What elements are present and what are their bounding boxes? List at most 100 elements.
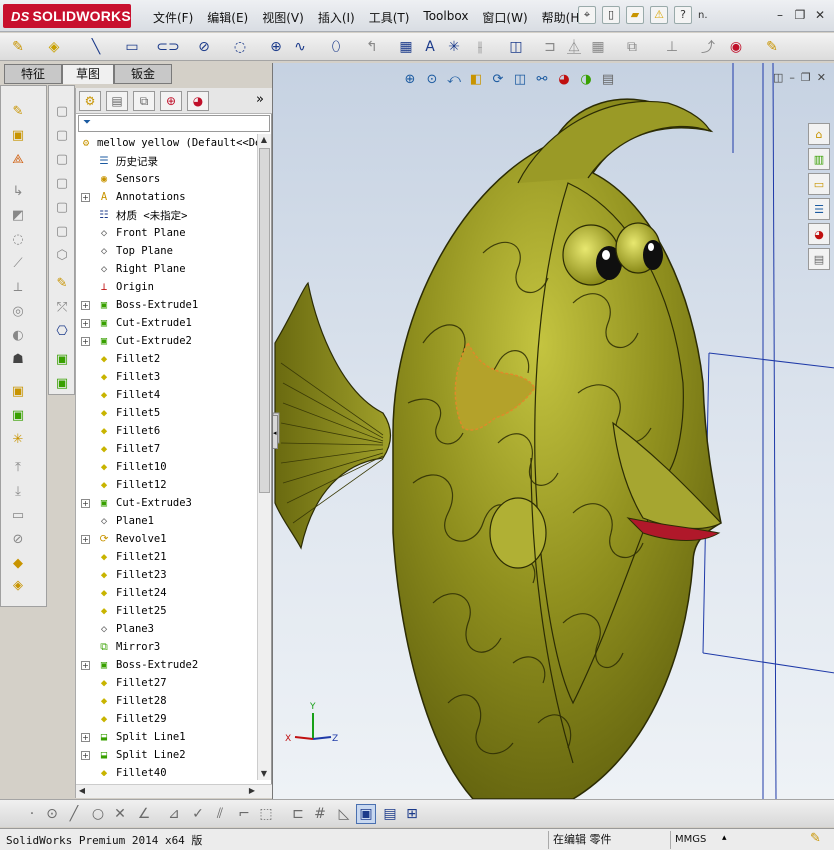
line-tool-icon[interactable]: ╱ [64,804,84,824]
3d-sketch-icon[interactable]: ▣ [9,126,27,144]
new-document-icon[interactable]: ▯ [602,6,620,24]
tree-item[interactable]: ◆ Fillet4 [76,386,259,404]
spline-icon[interactable]: ∿ [290,37,310,57]
collapse-panel-handle-icon[interactable]: ◂ [273,415,278,449]
menu-edit[interactable]: 编辑(E) [200,9,255,26]
expand-toggle-icon[interactable]: + [81,300,90,310]
segment-icon[interactable]: ◐ [9,326,27,344]
dimension-tool-icon[interactable]: ⤱ [53,298,71,316]
model-canvas[interactable]: Y Z X [273,63,834,799]
extrude-tool-icon[interactable]: ▢ [53,102,71,120]
tab-sketch[interactable]: 草图 [62,64,114,84]
sketch-picture-icon[interactable]: ▣ [9,382,27,400]
intersection-curve-icon[interactable]: ⟂ [9,278,27,296]
view-settings-icon[interactable]: ▤ [599,70,617,88]
draft-tool-icon[interactable]: ⬡ [53,246,71,264]
move-icon[interactable]: ⤒ [9,458,27,476]
tree-item[interactable]: ◆ Fillet7 [76,440,259,458]
check-tool-icon[interactable]: ✓ [188,804,208,824]
close-icon[interactable]: ✕ [812,8,828,24]
diagonal-tool-icon[interactable]: ⫽ [210,804,230,824]
tree-item[interactable]: ◇ Plane3 [76,620,259,638]
tree-item[interactable]: ◆ Fillet24 [76,584,259,602]
expand-toggle-icon[interactable]: + [81,318,90,328]
tree-item[interactable]: + A Annotations [76,188,259,206]
convert-entities-icon[interactable]: ◫ [506,37,526,57]
point-icon[interactable]: ✳ [444,37,464,57]
appearance-icon[interactable]: ◕ [555,70,573,88]
custom-properties-icon[interactable]: ▤ [808,248,830,270]
loft-tool-icon[interactable]: ▢ [53,174,71,192]
configuration-tab-icon[interactable]: ⧉ [133,91,155,111]
tree-item[interactable]: ◆ Fillet27 [76,674,259,692]
block-icon[interactable]: ☗ [9,350,27,368]
tree-item[interactable]: + ▣ Cut-Extrude2 [76,332,259,350]
fill-icon[interactable]: ◆ [9,554,27,572]
menu-file[interactable]: 文件(F) [146,9,200,26]
viewport-minimize-icon[interactable]: – [789,71,795,84]
display-manager-tab-icon[interactable]: ◕ [187,91,209,111]
tree-item[interactable]: ◆ Fillet21 [76,548,259,566]
grid-icon[interactable]: # [310,804,330,824]
viewport-restore-icon[interactable]: ❐ [801,71,811,84]
tree-item[interactable]: ◇ Top Plane [76,242,259,260]
view-palette-icon[interactable]: ☰ [808,198,830,220]
fish-body[interactable] [392,98,722,799]
polygon-icon[interactable]: ⊕ [266,37,286,57]
circle-icon[interactable]: ⊘ [194,37,214,57]
linear-pattern-icon[interactable]: ▦ [588,37,608,57]
plane-sketch-icon[interactable]: ▦ [396,37,416,57]
hide-show-icon[interactable]: ⚯ [533,70,551,88]
boundary-tool-icon[interactable]: ▢ [53,198,71,216]
corner-tool-icon[interactable]: ⌐ [234,804,254,824]
face-curves-icon[interactable]: ◎ [9,302,27,320]
offset-entities-icon[interactable]: ◌ [9,230,27,248]
open-folder-icon[interactable]: ▰ [626,6,644,24]
convert-icon[interactable]: ⟋ [9,254,27,272]
tree-item[interactable]: ◉ Sensors [76,170,259,188]
edit-sketch-icon[interactable]: ✎ [53,274,71,292]
quick-snaps-icon[interactable]: ◉ [726,37,746,57]
rectangle-icon[interactable]: ▭ [122,37,142,57]
expand-toggle-icon[interactable]: + [81,750,90,760]
view-orientation-icon[interactable]: ⟳ [489,70,507,88]
restore-icon[interactable]: ❐ [792,8,808,24]
angle-tool-icon[interactable]: ∠ [134,804,154,824]
circle-tool-icon[interactable]: ○ [88,804,108,824]
property-manager-tab-icon[interactable]: ▤ [106,91,128,111]
mirror-entities-icon[interactable]: ⏅ [564,37,584,57]
tree-item[interactable]: + ▣ Boss-Extrude1 [76,296,259,314]
expand-toggle-icon[interactable]: + [81,534,90,544]
ellipse-icon[interactable]: ⬯ [326,37,346,57]
scroll-down-icon[interactable]: ▼ [258,768,270,780]
fillet-sketch-icon[interactable]: ↰ [362,37,382,57]
tree-item[interactable]: + ▣ Cut-Extrude3 [76,494,259,512]
tree-item[interactable]: ◆ Fillet3 [76,368,259,386]
tree-item[interactable]: ◆ Fillet28 [76,692,259,710]
display-style-icon[interactable]: ◫ [511,70,529,88]
tree-item[interactable]: + ⬓ Split Line1 [76,728,259,746]
curves-tool-icon[interactable]: ▣ [53,350,71,368]
move-entities-icon[interactable]: ⧉ [622,37,642,57]
box-dashed-icon[interactable]: ⬚ [256,804,276,824]
scroll-thumb[interactable] [259,148,270,493]
tree-horizontal-scrollbar[interactable]: ◀ ▶ [76,784,272,798]
tree-item[interactable]: ◆ Fillet5 [76,404,259,422]
tree-item[interactable]: ◆ Fillet40 [76,764,259,776]
triangle-tool-icon[interactable]: ◺ [334,804,354,824]
revolve-tool-icon[interactable]: ▢ [53,126,71,144]
tree-item[interactable]: + ▣ Boss-Extrude2 [76,656,259,674]
instant-2d-icon[interactable]: ⟁ [9,150,27,168]
reference-tool-icon[interactable]: ⎔ [53,322,71,340]
tail-fin[interactable] [273,281,392,550]
feature-tree-tab-icon[interactable]: ⚙ [79,91,101,111]
expand-toggle-icon[interactable]: + [81,336,90,346]
tangent-tool-icon[interactable]: ⊿ [164,804,184,824]
tree-item[interactable]: ☷ 材质 <未指定> [76,206,259,224]
point-tool-icon[interactable]: · [22,804,42,824]
offset-icon[interactable]: ⊐ [540,37,560,57]
gill-bump[interactable] [489,497,547,569]
menu-toolbox[interactable]: Toolbox [416,9,475,26]
scroll-up-icon[interactable]: ▲ [258,134,270,146]
arc-icon[interactable]: ◌ [230,37,250,57]
